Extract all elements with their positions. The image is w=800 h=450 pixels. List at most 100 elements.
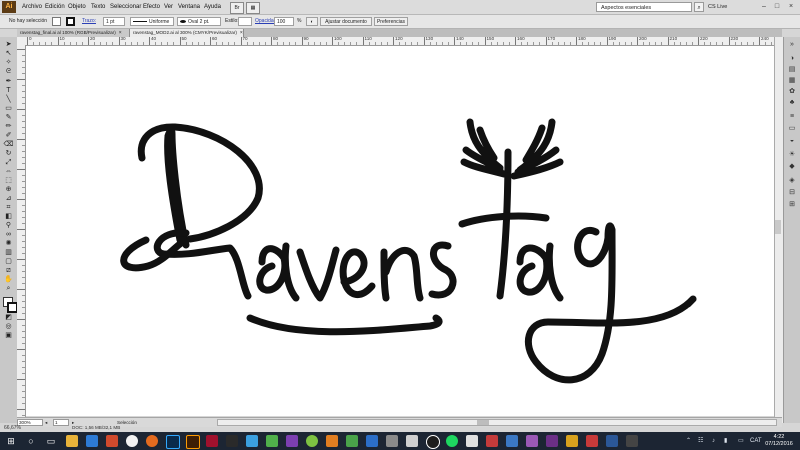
bridge-button[interactable]: Br (230, 2, 244, 14)
mesh-tool-icon[interactable]: ⌗ (3, 203, 14, 212)
app-violet-icon[interactable] (526, 435, 538, 447)
graphic-styles-panel-icon[interactable]: ◆ (787, 162, 797, 171)
align-panel-icon[interactable]: ⊞ (787, 200, 797, 209)
menu-texto[interactable]: Texto (91, 1, 105, 13)
eraser-tool-icon[interactable]: ⌫ (3, 140, 14, 149)
search-icon[interactable]: ○ (24, 432, 38, 450)
artboards-panel-icon[interactable]: ⊟ (787, 188, 797, 197)
blob-brush-tool-icon[interactable]: ✐ (3, 131, 14, 140)
type-tool-icon[interactable]: T (3, 86, 14, 95)
app-light-icon[interactable] (406, 435, 418, 447)
close-icon[interactable]: × (786, 1, 796, 12)
arrange-documents-button[interactable]: ▦ (246, 2, 260, 14)
pencil-tool-icon[interactable]: ✏ (3, 122, 14, 131)
recolor-icon[interactable]: ◐ (306, 17, 318, 26)
ravenstag-lettering[interactable] (26, 46, 774, 416)
artboard-number-field[interactable]: 1 (53, 419, 69, 426)
chrome-icon[interactable] (126, 435, 138, 447)
line-tool-icon[interactable]: ╲ (3, 95, 14, 104)
graphic-style-swatch[interactable] (238, 17, 252, 26)
opacity-field[interactable]: 100 (274, 17, 294, 26)
artboard-tool-icon[interactable]: ▢ (3, 257, 14, 266)
transparency-panel-icon[interactable]: ◒ (787, 136, 797, 145)
symbol-sprayer-tool-icon[interactable]: ✺ (3, 239, 14, 248)
screen-mode-icon[interactable]: ▣ (3, 331, 14, 340)
symbols-panel-icon[interactable]: ♣ (787, 98, 797, 107)
network-icon[interactable]: ☷ (698, 432, 703, 450)
app-purple-icon[interactable] (286, 435, 298, 447)
acrobat-icon[interactable] (206, 435, 218, 447)
color-mode-icon[interactable]: ◩ (3, 313, 14, 322)
app-dark-icon[interactable] (626, 435, 638, 447)
app-circle-icon[interactable] (426, 435, 440, 449)
panel-collapse-icon[interactable]: » (787, 40, 797, 49)
menu-archivo[interactable]: Archivo (22, 1, 42, 13)
close-icon[interactable]: × (237, 30, 243, 36)
app-green-2-icon[interactable] (346, 435, 358, 447)
zoom-tool-icon[interactable]: ⌕ (3, 284, 14, 293)
app-red-icon[interactable] (486, 435, 498, 447)
lasso-tool-icon[interactable]: ᘓ (3, 67, 14, 76)
close-icon[interactable]: × (116, 30, 122, 36)
bridge-icon[interactable] (226, 435, 238, 447)
app-lime-icon[interactable] (306, 435, 318, 447)
app-gray-icon[interactable] (386, 435, 398, 447)
magic-wand-tool-icon[interactable]: ✧ (3, 58, 14, 67)
column-graph-tool-icon[interactable]: ▥ (3, 248, 14, 257)
artboard-canvas[interactable] (26, 46, 774, 416)
draw-mode-icon[interactable]: ◎ (3, 322, 14, 331)
tab-ravenstag-final[interactable]: ravenstag_final.ai al 100% (RGB/Previsua… (17, 29, 130, 37)
appearance-panel-icon[interactable]: ☀ (787, 150, 797, 159)
app-green-icon[interactable] (266, 435, 278, 447)
brushes-panel-icon[interactable]: ✿ (787, 87, 797, 96)
perspective-grid-tool-icon[interactable]: ⊿ (3, 194, 14, 203)
app-navy-icon[interactable] (606, 435, 618, 447)
scale-tool-icon[interactable]: ⤢ (3, 158, 14, 167)
width-tool-icon[interactable]: ⇔ (3, 167, 14, 176)
tray-chevron-icon[interactable]: ⌃ (686, 432, 691, 450)
menu-objeto[interactable]: Objeto (68, 1, 86, 13)
menu-ayuda[interactable]: Ayuda (204, 1, 221, 13)
calculator-icon[interactable] (466, 435, 478, 447)
notifications-icon[interactable]: ▭ (738, 432, 744, 450)
stroke-label[interactable]: Trazo: (82, 16, 96, 27)
stroke-swatch[interactable] (66, 17, 75, 26)
start-windows-icon[interactable]: ⊞ (4, 432, 18, 450)
horizontal-scrollbar[interactable] (217, 419, 777, 426)
menu-seleccionar[interactable]: Seleccionar (110, 1, 141, 13)
menu-efecto[interactable]: Efecto (143, 1, 160, 13)
vertical-scroll-thumb[interactable] (775, 220, 781, 234)
photoshop-icon[interactable] (166, 435, 180, 449)
free-transform-tool-icon[interactable]: ⬚ (3, 176, 14, 185)
preferences-button[interactable]: Preferencias (374, 17, 408, 26)
office-icon[interactable] (106, 435, 118, 447)
app-yellow-icon[interactable] (566, 435, 578, 447)
shape-builder-tool-icon[interactable]: ⊕ (3, 185, 14, 194)
clock-date[interactable]: 07/12/2016 (764, 441, 794, 448)
firefox-icon[interactable] (146, 435, 158, 447)
workspace-switcher[interactable]: Aspectos esenciales (596, 2, 692, 12)
maximize-icon[interactable]: □ (772, 1, 782, 12)
spotify-icon[interactable] (446, 435, 458, 447)
variable-width-profile[interactable]: Uniforme (130, 17, 174, 26)
selection-tool-icon[interactable]: ➤ (3, 40, 14, 49)
tab-ravenstag-mod2[interactable]: ravenstag_MOD2.ai al 300% (CMYK/Previsua… (130, 29, 244, 37)
stroke-weight-field[interactable]: 1 pt (103, 17, 125, 26)
direct-selection-tool-icon[interactable]: ↖ (3, 49, 14, 58)
stroke-panel-icon[interactable]: ≡ (787, 112, 797, 121)
app-blue-icon[interactable] (366, 435, 378, 447)
clock-time[interactable]: 4:22 (764, 434, 794, 441)
hand-tool-icon[interactable]: ✋ (3, 275, 14, 284)
photos-icon[interactable] (246, 435, 258, 447)
pen-tool-icon[interactable]: ✒ (3, 77, 14, 86)
app-blue-2-icon[interactable] (506, 435, 518, 447)
paintbrush-tool-icon[interactable]: ✎ (3, 113, 14, 122)
battery-icon[interactable]: ▮ (724, 432, 727, 450)
color-panel-icon[interactable]: ◑ (787, 54, 797, 63)
file-explorer-icon[interactable] (66, 435, 78, 447)
menu-edicion[interactable]: Edición (45, 1, 65, 13)
minimize-icon[interactable]: – (759, 1, 769, 12)
menu-ver[interactable]: Ver (164, 1, 173, 13)
edge-browser-icon[interactable] (86, 435, 98, 447)
input-language[interactable]: CAT (750, 432, 762, 450)
